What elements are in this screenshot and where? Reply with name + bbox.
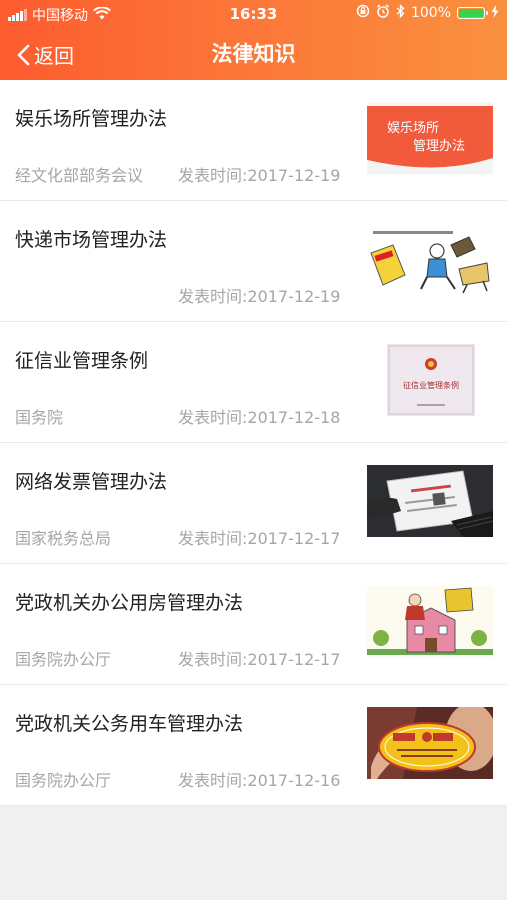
item-date: 发表时间:2017-12-19	[178, 166, 341, 185]
app-header: 中国移动 16:33 100% 返回 法律知识	[0, 0, 507, 80]
item-date: 发表时间:2017-12-17	[178, 529, 341, 548]
item-date: 发表时间:2017-12-19	[178, 287, 341, 306]
thumb-caption: 征信业管理条例	[403, 380, 459, 390]
law-list: 娱乐场所管理办法 经文化部部务会议 发表时间:2017-12-19 娱乐场所 管…	[0, 80, 507, 806]
battery-icon	[457, 7, 488, 19]
item-title: 网络发票管理办法	[15, 471, 168, 493]
thumb-line1: 娱乐场所	[387, 121, 439, 136]
item-title: 党政机关公务用车管理办法	[15, 713, 244, 735]
list-item[interactable]: 网络发票管理办法 国家税务总局 发表时间:2017-12-17	[0, 443, 507, 564]
item-date: 发表时间:2017-12-18	[178, 408, 341, 427]
item-thumbnail	[367, 465, 493, 537]
item-source: 国务院	[15, 408, 64, 427]
item-source: 国务院办公厅	[15, 650, 112, 669]
status-right: 100%	[356, 3, 499, 22]
alarm-icon	[376, 4, 390, 22]
item-title: 征信业管理条例	[15, 350, 149, 372]
bluetooth-icon	[396, 3, 405, 22]
item-thumbnail	[367, 586, 493, 658]
page-title: 法律知识	[211, 42, 296, 66]
list-item[interactable]: 征信业管理条例 国务院 发表时间:2017-12-18 征信业管理条例	[0, 322, 507, 443]
item-thumbnail	[367, 707, 493, 779]
item-title: 快递市场管理办法	[15, 229, 168, 251]
item-thumbnail	[367, 223, 493, 295]
list-item[interactable]: 娱乐场所管理办法 经文化部部务会议 发表时间:2017-12-19 娱乐场所 管…	[0, 80, 507, 201]
item-thumbnail: 娱乐场所 管理办法	[367, 102, 493, 174]
list-item[interactable]: 党政机关公务用车管理办法 国务院办公厅 发表时间:2017-12-16	[0, 685, 507, 806]
item-title: 娱乐场所管理办法	[15, 108, 168, 130]
item-title: 党政机关办公用房管理办法	[15, 592, 244, 614]
item-source: 经文化部部务会议	[15, 166, 144, 185]
list-item[interactable]: 党政机关办公用房管理办法 国务院办公厅 发表时间:2017-12-17	[0, 564, 507, 685]
status-bar: 中国移动 16:33 100%	[0, 0, 507, 28]
list-item[interactable]: 快递市场管理办法 发表时间:2017-12-19	[0, 201, 507, 322]
item-date: 发表时间:2017-12-17	[178, 650, 341, 669]
thumb-line2: 管理办法	[413, 139, 465, 154]
battery-percent: 100%	[410, 5, 451, 21]
lock-rotation-icon	[356, 4, 370, 22]
battery-level	[459, 9, 483, 17]
charging-icon	[491, 4, 499, 22]
nav-bar: 返回 法律知识	[0, 28, 507, 80]
item-source: 国家税务总局	[15, 529, 112, 548]
item-source: 国务院办公厅	[15, 771, 112, 790]
item-date: 发表时间:2017-12-16	[178, 771, 341, 790]
item-thumbnail: 征信业管理条例	[387, 344, 475, 416]
